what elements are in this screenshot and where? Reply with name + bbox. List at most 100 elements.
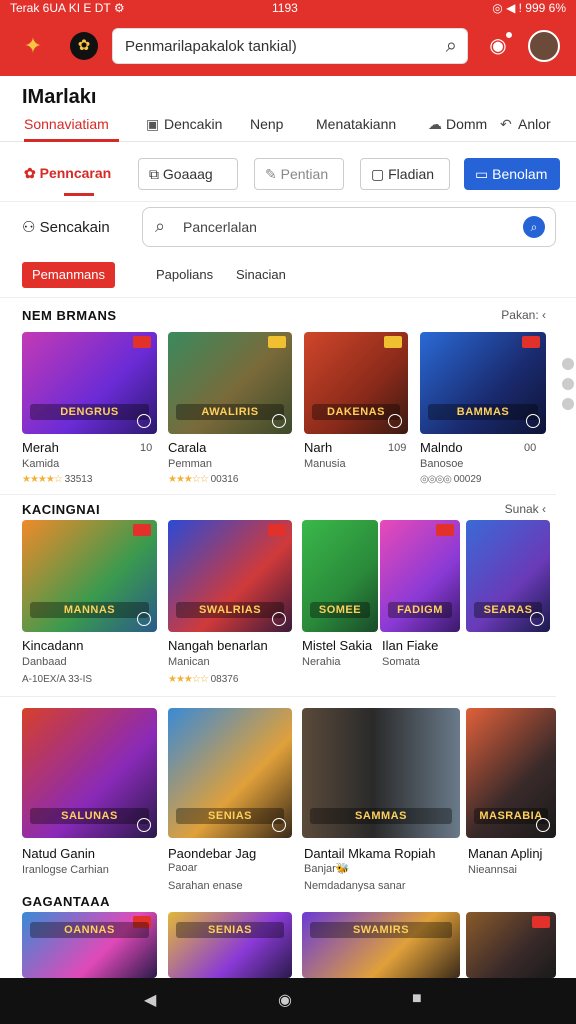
game-count: 109 (388, 442, 407, 454)
penncaran-button[interactable]: ✿ Penncaran (14, 158, 122, 196)
tab-label: Sonnaviatiam (24, 116, 109, 132)
divider (0, 696, 556, 697)
tab-sonnaviatiam[interactable]: Sonnaviatiam (24, 116, 119, 142)
button-label: Goaaag (162, 166, 213, 182)
section-more-link[interactable]: Pakan: ‹ (501, 308, 546, 322)
home-icon[interactable]: ◉ (278, 990, 292, 1010)
game-subtitle: Paoar (168, 862, 198, 874)
button-label: Fladian (388, 166, 435, 182)
game-thumbnail: DENGRUS (22, 332, 157, 434)
thumbnail-title: SALUNAS (30, 808, 149, 824)
play-icon (272, 818, 286, 832)
rating-count: 08376 (210, 674, 239, 685)
game-thumbnail: AWALIRIS (168, 332, 292, 434)
game-name: Malndo (420, 440, 463, 455)
section-more-link[interactable]: Sunak ‹ (505, 502, 546, 516)
thumbnail-title: BAMMAS (428, 404, 538, 420)
badge (268, 524, 286, 536)
tab-nenp[interactable]: Nenp (250, 116, 283, 132)
thumbnail-title: SAMMAS (310, 808, 452, 824)
search-bar[interactable]: Penmarilapakalok tankial) ⌕ (112, 28, 468, 64)
game-name: Merah (22, 440, 59, 455)
page-title: IMarlakı (22, 86, 97, 108)
game-thumbnail (466, 912, 556, 978)
game-thumbnail: DAKENAS (304, 332, 408, 434)
play-icon (272, 414, 286, 428)
game-thumbnail: MASRABIA (466, 708, 556, 838)
game-thumbnail: MANNAS (22, 520, 157, 632)
tab-domm[interactable]: ☁ Domm (428, 116, 487, 133)
section-title: NEM BRMANS (22, 308, 117, 323)
brand-logo-icon[interactable]: ✦ (18, 32, 48, 60)
avatar[interactable] (528, 30, 560, 62)
top-bar: Terak 6UA KI E DT ⚙ 1193 ◎ ◀ ! 999 6% ✦ … (0, 0, 576, 76)
scroll-dot (562, 378, 574, 390)
game-subtitle: Danbaad (22, 656, 67, 668)
chip-label: Pemanmans (32, 267, 105, 282)
thumbnail-title: FADIGM (388, 602, 452, 618)
play-icon (526, 414, 540, 428)
game-subtitle: Somata (382, 656, 420, 668)
scroll-indicator[interactable] (560, 350, 576, 470)
tab-dencakin[interactable]: ▣ Dencakin (146, 116, 222, 133)
game-thumbnail: BAMMAS (420, 332, 546, 434)
benolam-button[interactable]: ▭ Benolam (464, 158, 560, 190)
game-count: 00 (524, 442, 537, 454)
thumbnail-title: AWALIRIS (176, 404, 284, 420)
goaaag-button[interactable]: ⧉ Goaaag (138, 158, 238, 190)
search-placeholder: Pancerlalan (183, 219, 257, 235)
game-thumbnail: SALUNAS (22, 708, 157, 838)
game-name: Dantail Mkama Ropiah (304, 846, 436, 861)
game-subtitle-2: Sarahan enase (168, 880, 243, 892)
game-rating: ★★★☆☆ 08376 (168, 674, 238, 685)
game-name: Mistel Sakia (302, 638, 373, 653)
game-thumbnail: SENIAS (168, 708, 292, 838)
fladian-button[interactable]: ▢ Fladian (360, 158, 450, 190)
play-icon (272, 612, 286, 626)
search-go-icon[interactable]: ⌕ (523, 216, 545, 238)
game-subtitle: Banosoe (420, 458, 464, 470)
star-icons: ◎◎◎◎ (420, 474, 452, 485)
status-time: 1193 (272, 1, 298, 15)
badge (268, 336, 286, 348)
pentian-button[interactable]: ✎ Pentian (254, 158, 344, 190)
tab-menatakiann[interactable]: Menatakiann (316, 116, 396, 132)
chip-papolians[interactable]: Papolians (146, 262, 223, 288)
game-logo-icon[interactable]: ✿ (70, 32, 98, 60)
button-label: Benolam (492, 166, 548, 182)
badge (133, 524, 151, 536)
game-name: Paondebar Jag (168, 846, 257, 861)
thumbnail-title: SOMEE (310, 602, 370, 618)
star-icons: ★★★☆☆ (168, 474, 209, 485)
camera-icon[interactable]: ◉ (484, 30, 514, 60)
bookmark-icon: ▭ (475, 166, 493, 182)
game-subtitle: Nieannsai (468, 864, 517, 876)
search-input[interactable]: ⌕ Pancerlalan ⌕ (142, 207, 556, 247)
tab-anlor[interactable]: ↶ Anlor (500, 116, 551, 133)
calendar-icon: ▣ (146, 116, 160, 132)
game-name: Kincadann (22, 638, 84, 653)
play-icon (536, 818, 550, 832)
search-row: ⚇ Sencakain ⌕ Pancerlalan ⌕ (0, 206, 576, 248)
tab-label: Anlor (518, 116, 551, 132)
search-text: Penmarilapakalok tankial) (125, 38, 297, 55)
rating-count: 00029 (453, 474, 482, 485)
play-icon (388, 414, 402, 428)
search-icon[interactable]: ⌕ (446, 35, 457, 58)
chip-sinacian[interactable]: Sinacian (226, 262, 296, 288)
action-row: ✿ Penncaran ⧉ Goaaag ✎ Pentian ▢ Fladian… (0, 150, 576, 202)
game-count: 10 (140, 442, 153, 454)
recents-icon[interactable]: ■ (412, 990, 422, 1008)
back-icon[interactable]: ◀ (144, 990, 156, 1010)
notification-dot (504, 30, 514, 40)
status-bar: Terak 6UA KI E DT ⚙ 1193 ◎ ◀ ! 999 6% (0, 0, 576, 18)
chip-label: Papolians (156, 267, 214, 282)
play-icon (137, 612, 151, 626)
chip-pemanmans[interactable]: Pemanmans (22, 262, 115, 288)
game-subtitle: Pemman (168, 458, 213, 470)
button-label: Penncaran (39, 165, 112, 181)
game-name: Nangah benarlan (168, 638, 268, 653)
button-label: Pentian (280, 166, 329, 182)
thumbnail-title: SENIAS (176, 922, 284, 938)
star-icons: ★★★★☆ (22, 474, 63, 485)
